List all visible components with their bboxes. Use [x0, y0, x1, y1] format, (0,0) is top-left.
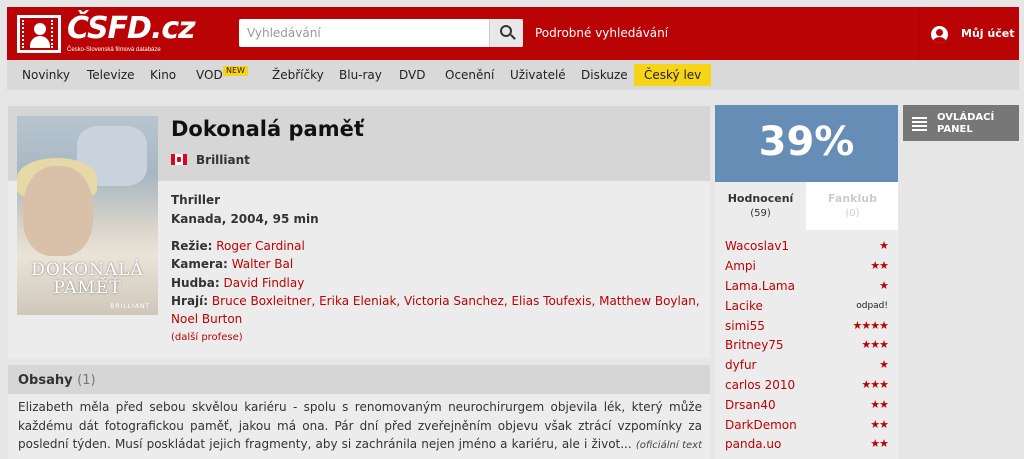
nav-televize[interactable]: Televize [87, 60, 135, 90]
nav-uzivatele[interactable]: Uživatelé [510, 60, 566, 90]
star-icon: ★★★ [861, 338, 889, 351]
poster-title: DOKONALÁ PAMĚŤ [31, 260, 144, 298]
nav-vod[interactable]: VOD [196, 60, 223, 90]
canada-flag-icon [171, 154, 187, 165]
user-ratings-list: Wacoslav1 ★ Ampi ★★ Lama.Lama ★ Lacike o… [715, 230, 898, 459]
user-link[interactable]: simi55 [725, 319, 765, 333]
film-alt-name: Brilliant [196, 153, 250, 167]
advanced-search-link[interactable]: Podrobné vyhledávání [535, 26, 668, 40]
user-link[interactable]: panda.uo [725, 437, 781, 451]
star-icon: ★★ [870, 398, 889, 411]
user-icon [931, 26, 948, 43]
star-icon: ★★★ [861, 378, 889, 391]
search-input[interactable] [239, 19, 489, 47]
nav-kino[interactable]: Kino [150, 60, 176, 90]
control-panel-label: OVLÁDACÍ PANEL [937, 112, 995, 135]
logo-subtitle: Česko-Slovenská filmová databáze [67, 47, 161, 53]
list-item: dyfur ★ [725, 354, 889, 374]
plot-text: Elizabeth měla před sebou skvělou kariér… [18, 398, 702, 459]
main-navigation: Novinky Televize Kino VOD NEW Žebříčky B… [7, 60, 1019, 90]
nav-novinky[interactable]: Novinky [22, 60, 70, 90]
plot-header [8, 365, 710, 394]
tab-fanklub[interactable]: Fanklub (0) [807, 182, 898, 230]
list-item: Drsan40 ★★ [725, 394, 889, 414]
star-icon: ★★★★ [852, 319, 889, 332]
account-menu[interactable]: Můj účet [918, 7, 1019, 60]
star-icon: ★ [879, 239, 889, 252]
star-icon: ★ [879, 358, 889, 371]
camera-link[interactable]: Walter Bal [232, 257, 294, 271]
star-icon: ★ [879, 279, 889, 292]
user-link[interactable]: DarkDemon [725, 418, 797, 432]
film-info-panel: DOKONALÁ PAMĚŤ BRILLIANT Dokonalá paměť B… [8, 106, 710, 358]
list-item: Britney75 ★★★ [725, 334, 889, 354]
credit-camera: Kamera: Walter Bal [171, 257, 294, 271]
user-link[interactable]: Drsan40 [725, 398, 776, 412]
film-genre: Thriller [171, 193, 221, 207]
nav-bluray[interactable]: Blu-ray [339, 60, 382, 90]
tab-hodnoceni[interactable]: Hodnocení (59) [715, 182, 806, 230]
search-box [239, 19, 523, 47]
list-item: Lacike odpad! [725, 295, 888, 315]
star-icon: ★★ [870, 418, 889, 431]
film-reel-logo-icon [17, 15, 61, 53]
list-item: Lama.Lama ★ [725, 275, 889, 295]
new-badge: NEW [223, 66, 248, 76]
user-link[interactable]: dyfur [725, 358, 756, 372]
logo-text: ČSFD.cz [67, 11, 196, 46]
rating-value: 39% [758, 119, 855, 165]
film-poster[interactable]: DOKONALÁ PAMĚŤ BRILLIANT [17, 116, 158, 315]
music-link[interactable]: David Findlay [224, 276, 305, 290]
rating-box: 39% [715, 105, 898, 182]
nav-dvd[interactable]: DVD [399, 60, 425, 90]
user-link[interactable]: Lama.Lama [725, 279, 795, 293]
account-label: Můj účet [961, 27, 1015, 40]
credit-director: Režie: Roger Cardinal [171, 239, 305, 253]
user-link[interactable]: Ampi [725, 259, 756, 273]
list-item: carlos 2010 ★★★ [725, 374, 889, 394]
cast-links[interactable]: Bruce Boxleitner, Erika Eleniak, Victori… [171, 294, 700, 326]
user-link[interactable]: Wacoslav1 [725, 239, 789, 253]
rating-tabs: Hodnocení (59) Fanklub (0) [715, 182, 898, 230]
plot-title: Obsahy (1) [18, 373, 96, 388]
more-professions-link[interactable]: (další profese) [171, 332, 243, 343]
user-link[interactable]: Lacike [725, 299, 763, 313]
director-link[interactable]: Roger Cardinal [216, 239, 305, 253]
site-header: ČSFD.cz Česko-Slovenská filmová databáze… [7, 7, 1019, 60]
nav-cesky-lev[interactable]: Český lev [634, 64, 712, 86]
user-link[interactable]: carlos 2010 [725, 378, 795, 392]
nav-diskuze[interactable]: Diskuze [581, 60, 628, 90]
user-link[interactable]: Britney75 [725, 338, 784, 352]
poster-brand: BRILLIANT [110, 303, 150, 310]
credit-cast: Hrají: Bruce Boxleitner, Erika Eleniak, … [171, 294, 700, 326]
search-button[interactable] [489, 19, 523, 47]
waste-rating-label: odpad! [856, 301, 888, 311]
list-item: panda.uo ★★ [725, 433, 889, 453]
nav-oceneni[interactable]: Ocenění [445, 60, 494, 90]
star-icon: ★★ [870, 259, 889, 272]
credit-music: Hudba: David Findlay [171, 276, 305, 290]
nav-zebricky[interactable]: Žebříčky [272, 60, 324, 90]
list-item: Ampi ★★ [725, 255, 889, 275]
list-item: simi55 ★★★★ [725, 315, 889, 335]
star-icon: ★★ [870, 437, 889, 450]
menu-icon [912, 117, 927, 131]
list-item: DarkDemon ★★ [725, 414, 889, 434]
film-origin: Kanada, 2004, 95 min [171, 212, 319, 226]
csfd-logo[interactable]: ČSFD.cz Česko-Slovenská filmová databáze [17, 11, 196, 55]
control-panel-button[interactable]: OVLÁDACÍ PANEL [903, 105, 1019, 141]
plot-panel: Obsahy (1) Elizabeth měla před sebou skv… [8, 365, 710, 459]
page-title: Dokonalá paměť [171, 117, 364, 141]
list-item: Wacoslav1 ★ [725, 235, 889, 255]
